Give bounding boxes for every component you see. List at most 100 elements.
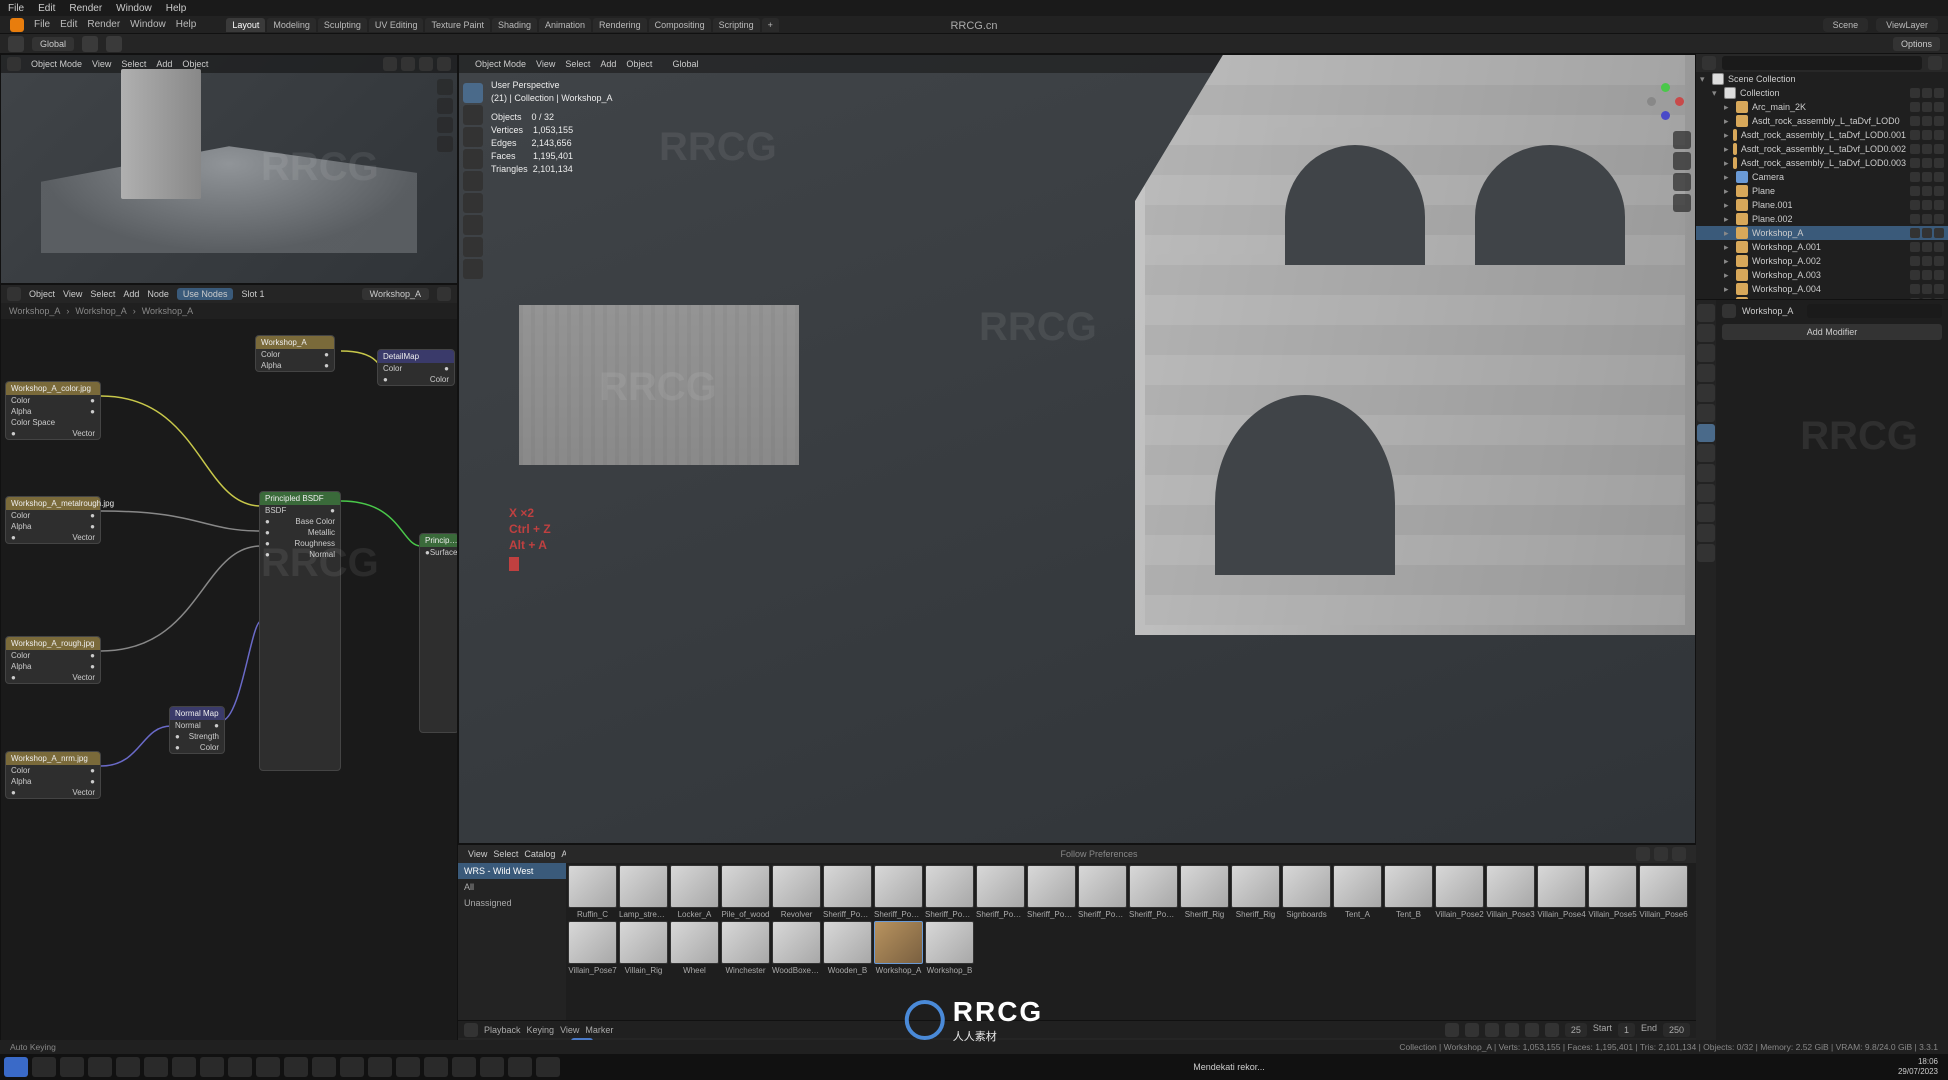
asset-item[interactable]: Villain_Pose3 (1486, 865, 1535, 919)
zoom-icon[interactable] (437, 79, 453, 95)
tab-modifier-icon[interactable] (1697, 424, 1715, 442)
render-icon[interactable] (1934, 256, 1944, 266)
asset-item[interactable]: Revolver (772, 865, 821, 919)
asset-item[interactable]: Ruffin_C (568, 865, 617, 919)
shading-rendered-icon[interactable] (437, 57, 451, 71)
snap-icon[interactable] (82, 36, 98, 52)
crumb-0[interactable]: Workshop_A (9, 306, 60, 316)
asset-item[interactable]: Workshop_B (925, 921, 974, 975)
slot-dropdown[interactable]: Slot 1 (241, 289, 264, 299)
tab-texture-icon[interactable] (1697, 544, 1715, 562)
select-icon[interactable] (1922, 242, 1932, 252)
premiere-icon[interactable] (284, 1057, 308, 1077)
tab-particles-icon[interactable] (1697, 444, 1715, 462)
start-button[interactable] (4, 1057, 28, 1077)
asset-item[interactable]: Sheriff_Rig (1231, 865, 1280, 919)
hide-icon[interactable] (1922, 88, 1932, 98)
asset-item[interactable]: Workshop_A (874, 921, 923, 975)
tab-object-icon[interactable] (1697, 404, 1715, 422)
nav-gizmo[interactable] (1645, 81, 1685, 121)
tl-view[interactable]: View (560, 1025, 579, 1035)
hide-icon[interactable] (1910, 130, 1920, 140)
wm-window[interactable]: Window (116, 3, 152, 14)
camera-icon[interactable] (1673, 173, 1691, 191)
select-icon[interactable] (1922, 214, 1932, 224)
render-icon[interactable] (1934, 228, 1944, 238)
hide-icon[interactable] (1910, 102, 1920, 112)
render-icon[interactable] (1934, 144, 1944, 154)
app-icon[interactable] (536, 1057, 560, 1077)
node-material-output[interactable]: Princip… ●Surface (419, 533, 458, 733)
vp-mode[interactable]: Object Mode (31, 59, 82, 69)
hide-icon[interactable] (1910, 116, 1920, 126)
render-icon[interactable] (1934, 200, 1944, 210)
select-icon[interactable] (1922, 270, 1932, 280)
outliner-item[interactable]: ▸Plane.001 (1696, 198, 1948, 212)
crumb-2[interactable]: Workshop_A (142, 306, 193, 316)
as-view[interactable]: View (468, 849, 487, 859)
outliner-item[interactable]: ▸Asdt_rock_assembly_L_taDvf_LOD0.001 (1696, 128, 1948, 142)
node-normal-map[interactable]: Normal Map Normal● ●Strength ●Color (169, 706, 225, 754)
viewport-main[interactable]: Object Mode View Select Add Object Globa… (458, 54, 1696, 844)
hide-icon[interactable] (1910, 186, 1920, 196)
orientation-dropdown[interactable]: Global (32, 37, 74, 51)
asset-item[interactable]: Sheriff_Pose4 (976, 865, 1025, 919)
hide-icon[interactable] (1910, 214, 1920, 224)
app-icon[interactable] (452, 1057, 476, 1077)
outliner-item[interactable]: ▸Workshop_A.001 (1696, 240, 1948, 254)
pan-icon[interactable] (1673, 152, 1691, 170)
render-icon[interactable] (1934, 214, 1944, 224)
tab-comp[interactable]: Compositing (649, 18, 711, 32)
select-icon[interactable] (1922, 116, 1932, 126)
sh-view[interactable]: View (63, 289, 82, 299)
asset-cat-all[interactable]: All (458, 879, 566, 895)
editor-type-icon[interactable] (7, 57, 21, 71)
select-box-tool-icon[interactable] (463, 83, 483, 103)
asset-item[interactable]: Tent_A (1333, 865, 1382, 919)
render-icon[interactable] (1934, 172, 1944, 182)
tab-modeling[interactable]: Modeling (267, 18, 316, 32)
outliner-item[interactable]: ▸Workshop_A.003 (1696, 268, 1948, 282)
viewport-top-left[interactable]: Object Mode View Select Add Object (0, 54, 458, 284)
select-icon[interactable] (1922, 144, 1932, 154)
clock-time[interactable]: 18:06 (1918, 1057, 1938, 1067)
hide-icon[interactable] (1910, 270, 1920, 280)
display-mode-icon[interactable] (1636, 847, 1650, 861)
am-file[interactable]: File (34, 19, 50, 30)
shader-node-canvas[interactable]: Workshop_A_color.jpg Color● Alpha● Color… (1, 321, 457, 1053)
asset-cat-unassigned[interactable]: Unassigned (458, 895, 566, 911)
asset-item[interactable]: Villain_Rig (619, 921, 668, 975)
asset-item[interactable]: Sheriff_Rig (1180, 865, 1229, 919)
asset-item[interactable]: Sheriff_Pose7 (1129, 865, 1178, 919)
hide-icon[interactable] (1910, 228, 1920, 238)
persp-toggle-icon[interactable] (1673, 194, 1691, 212)
cursor-tool-icon[interactable] (463, 105, 483, 125)
proportional-edit-icon[interactable] (106, 36, 122, 52)
app-icon[interactable] (228, 1057, 252, 1077)
scale-tool-icon[interactable] (463, 171, 483, 191)
asset-item[interactable]: Sheriff_Pose1 (823, 865, 872, 919)
outliner-item[interactable]: ▸Workshop_A.002 (1696, 254, 1948, 268)
steam-icon[interactable] (200, 1057, 224, 1077)
render-icon[interactable] (1934, 158, 1944, 168)
outliner-item[interactable]: ▸Asdt_rock_assembly_L_taDvf_LOD0.003 (1696, 156, 1948, 170)
vp-select[interactable]: Select (121, 59, 146, 69)
tab-shading[interactable]: Shading (492, 18, 537, 32)
asset-lib-current[interactable]: WRS - Wild West (458, 863, 566, 879)
move-tool-icon[interactable] (463, 127, 483, 147)
tab-add[interactable]: + (762, 18, 779, 32)
vp-add[interactable]: Add (600, 59, 616, 69)
tray-area[interactable]: Mendekati rekor... (1193, 1062, 1265, 1072)
asset-item[interactable]: Villain_Pose7 (568, 921, 617, 975)
asset-item[interactable]: Wheel (670, 921, 719, 975)
tl-marker[interactable]: Marker (585, 1025, 613, 1035)
outliner-item[interactable]: ▸Plane.002 (1696, 212, 1948, 226)
disable-icon[interactable] (1934, 88, 1944, 98)
asset-item[interactable]: Signboards (1282, 865, 1331, 919)
asset-item[interactable]: Locker_A (670, 865, 719, 919)
asset-item[interactable]: Sheriff_Pose5 (1027, 865, 1076, 919)
blender-icon[interactable] (508, 1057, 532, 1077)
am-help[interactable]: Help (176, 19, 197, 30)
tab-data-icon[interactable] (1697, 504, 1715, 522)
vp-view[interactable]: View (92, 59, 111, 69)
